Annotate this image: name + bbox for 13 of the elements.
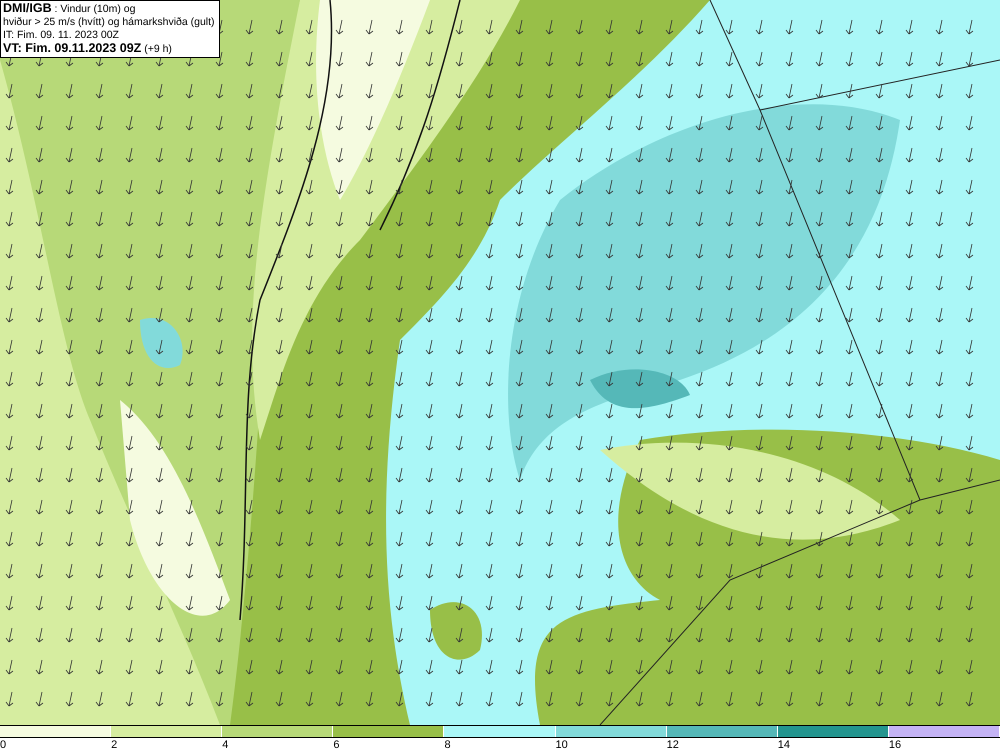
title-line: VT: Fim. 09.11.2023 09Z (+9 h) xyxy=(3,42,173,56)
title-line: IT: Fim. 09. 11. 2023 00Z xyxy=(3,29,120,42)
legend-tick-label: 8 xyxy=(444,739,451,751)
legend-tick-label: 10 xyxy=(556,739,568,751)
legend-tick-label: 16 xyxy=(888,739,902,751)
legend-tick-label: 14 xyxy=(778,739,790,751)
title-line: DMI/IGB : Vindur (10m) og xyxy=(3,2,136,16)
legend-tick-label: 12 xyxy=(666,739,679,751)
title-line: hviður > 25 m/s (hvítt) og hámarkshviða (gult) xyxy=(3,16,215,29)
legend-tick-label: 6 xyxy=(333,739,340,751)
legend-tick-label: 0 xyxy=(0,739,6,751)
legend-tick-label: 4 xyxy=(222,739,228,751)
legend-tick-label: 2 xyxy=(111,739,118,751)
